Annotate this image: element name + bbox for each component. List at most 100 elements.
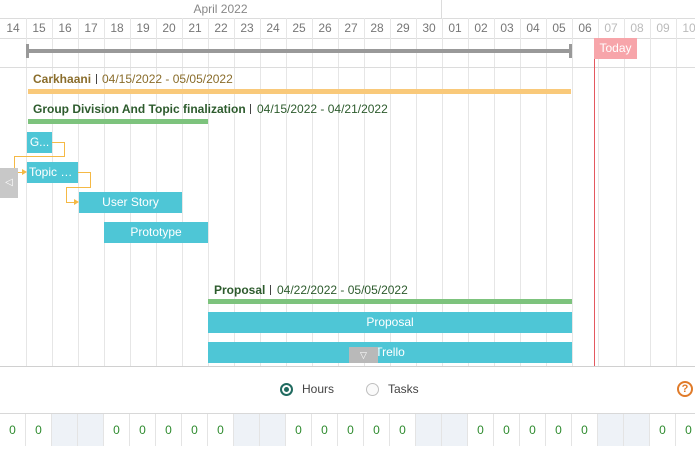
- label-separator: [250, 104, 251, 114]
- day-header-cell: 02: [474, 21, 488, 35]
- workload-count-cell: 0: [182, 414, 208, 446]
- group-bar-proposal[interactable]: [208, 299, 572, 304]
- day-header-cell: 07: [604, 21, 618, 35]
- tasks-option[interactable]: Tasks: [366, 381, 419, 397]
- day-header-cell: 05: [552, 21, 566, 35]
- workload-count-cell: 0: [26, 414, 52, 446]
- connector: [77, 172, 90, 173]
- month-label: April 2022: [193, 2, 248, 16]
- day-header-cell: 15: [32, 21, 46, 35]
- task-bar-prototype[interactable]: Prototype: [104, 222, 208, 243]
- task-bar-user-story[interactable]: User Story: [79, 192, 182, 213]
- workload-count-cell: 0: [676, 414, 695, 446]
- group-bar-carkhaani[interactable]: [28, 89, 571, 94]
- workload-count-cell: 0: [312, 414, 338, 446]
- grid-line: [676, 18, 677, 366]
- group-label-proposal: Proposal: [214, 283, 266, 297]
- workload-count-cell: 0: [546, 414, 572, 446]
- day-header-cell: 27: [344, 21, 358, 35]
- workload-count-cell: [416, 414, 442, 446]
- grid-line: [598, 18, 599, 366]
- workload-count-cell: 0: [650, 414, 676, 446]
- day-header-cell: 29: [396, 21, 410, 35]
- day-header-cell: 21: [188, 21, 202, 35]
- group-dates-proposal: 04/22/2022 - 05/05/2022: [277, 283, 408, 297]
- task-bar-topic-selection[interactable]: Topic s...: [27, 162, 78, 183]
- task-bar-group-division[interactable]: G...: [27, 132, 52, 153]
- task-bar-trello[interactable]: Trello: [208, 342, 572, 363]
- grid-line: [26, 18, 27, 366]
- day-header-cell: 20: [162, 21, 176, 35]
- group-dates-division: 04/15/2022 - 04/21/2022: [257, 102, 388, 116]
- workload-count-cell: [78, 414, 104, 446]
- day-header-cell: 18: [110, 21, 124, 35]
- tasks-radio[interactable]: [366, 382, 379, 396]
- workload-count-cell: 0: [390, 414, 416, 446]
- collapse-panel-handle[interactable]: ◁: [0, 168, 18, 198]
- bottom-divider: [0, 366, 695, 367]
- day-header-cell: 17: [84, 21, 98, 35]
- workload-count-cell: 0: [572, 414, 598, 446]
- day-header-cell: 14: [6, 21, 20, 35]
- day-header-cell: 25: [292, 21, 306, 35]
- workload-count-cell: 0: [364, 414, 390, 446]
- workload-count-cell: [260, 414, 286, 446]
- workload-count-cell: 0: [130, 414, 156, 446]
- workload-count-cell: 0: [156, 414, 182, 446]
- day-header-cell: 23: [240, 21, 254, 35]
- task-bar-proposal[interactable]: Proposal: [208, 312, 572, 333]
- day-header-cell: 04: [526, 21, 540, 35]
- grid-line: [624, 18, 625, 366]
- day-header-cell: 30: [422, 21, 436, 35]
- summary-end-cap: [569, 44, 572, 58]
- hours-option[interactable]: Hours: [280, 381, 334, 397]
- summary-divider: [0, 67, 695, 68]
- label-separator: [270, 285, 271, 295]
- month-divider: [441, 0, 442, 18]
- workload-count-cell: [598, 414, 624, 446]
- group-label-carkhaani: Carkhaani: [33, 72, 92, 86]
- connector: [51, 142, 64, 143]
- day-header-cell: 22: [214, 21, 228, 35]
- day-header-cell: 01: [448, 21, 462, 35]
- project-summary-bar[interactable]: [28, 49, 571, 53]
- grid-line: [182, 18, 183, 366]
- workload-count-cell: [52, 414, 78, 446]
- connector: [66, 202, 74, 203]
- help-icon[interactable]: ?: [677, 381, 693, 397]
- day-header-cell: 16: [58, 21, 72, 35]
- connector: [90, 172, 91, 187]
- workload-count-cell: 0: [338, 414, 364, 446]
- grid-line: [650, 18, 651, 366]
- today-line: [594, 38, 595, 366]
- day-header-cell: 06: [578, 21, 592, 35]
- workload-count-cell: 0: [104, 414, 130, 446]
- group-dates-carkhaani: 04/15/2022 - 05/05/2022: [102, 72, 233, 86]
- connector: [64, 142, 65, 156]
- day-header-cell: 09: [656, 21, 670, 35]
- workload-count-cell: 0: [520, 414, 546, 446]
- scroll-down-button[interactable]: ▽: [349, 347, 378, 363]
- workload-count-cell: 0: [468, 414, 494, 446]
- label-separator: [96, 74, 97, 84]
- workload-count-cell: 0: [494, 414, 520, 446]
- group-label-division: Group Division And Topic finalization: [33, 102, 246, 116]
- today-badge: Today: [594, 38, 637, 59]
- grid-line: [572, 18, 573, 366]
- day-header-cell: 03: [500, 21, 514, 35]
- grid-line: [52, 18, 53, 366]
- workload-count-cell: [624, 414, 650, 446]
- day-header-cell: 26: [318, 21, 332, 35]
- connector: [66, 187, 91, 188]
- workload-count-cell: [442, 414, 468, 446]
- workload-count-cell: 0: [208, 414, 234, 446]
- day-header-cell: 28: [370, 21, 384, 35]
- connector: [66, 187, 67, 202]
- workload-count-cell: 0: [0, 414, 26, 446]
- group-bar-division[interactable]: [28, 119, 208, 124]
- day-header-cell: 19: [136, 21, 150, 35]
- hours-radio[interactable]: [280, 382, 293, 396]
- day-header-cell: 10: [682, 21, 695, 35]
- day-header-cell: 24: [266, 21, 280, 35]
- tasks-label: Tasks: [388, 382, 419, 396]
